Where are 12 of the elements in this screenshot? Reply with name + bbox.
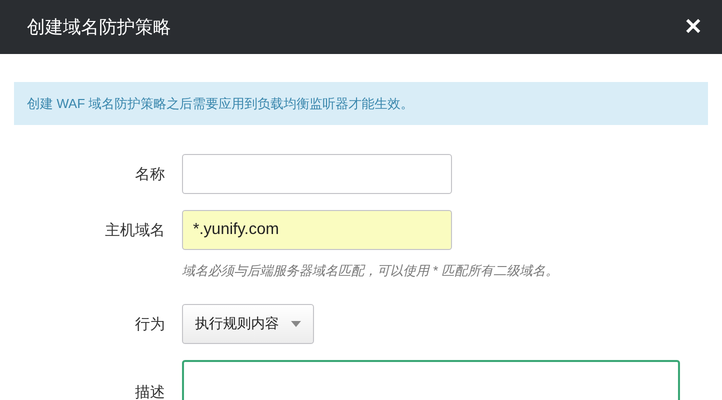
dialog-title: 创建域名防护策略 [27,16,171,39]
close-button[interactable]: ✕ [680,14,706,40]
text-field[interactable] [182,154,452,194]
text-field[interactable]: *.yunify.com [182,210,452,250]
dropdown[interactable]: 执行规则内容 [182,304,314,344]
field-label: 描述 [134,383,165,400]
field-label: 行为 [134,314,165,334]
info-notice: 创建 WAF 域名防护策略之后需要应用到负载均衡监听器才能生效。 [14,82,708,125]
caret-icon [291,321,301,327]
hint-text: 域名必须与后端服务器域名匹配，可以使用 * 匹配所有二级域名。 [182,262,560,280]
field-label: 名称 [134,164,165,184]
field-label: 主机域名 [104,220,165,240]
